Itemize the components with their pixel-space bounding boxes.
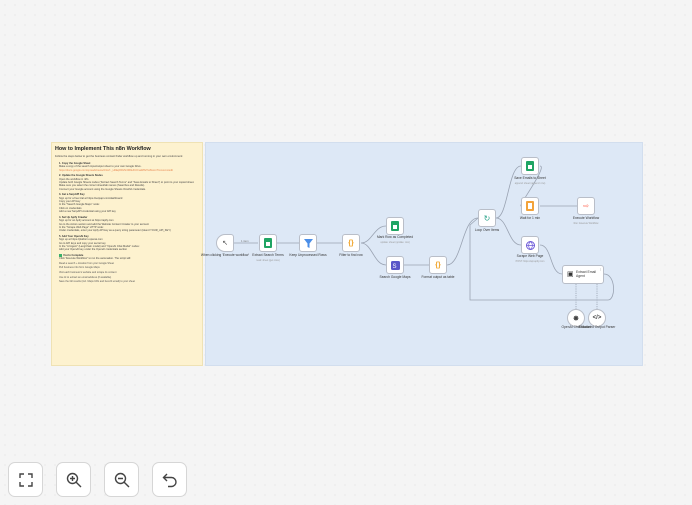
- zoom-out-icon: [114, 472, 129, 487]
- filter-node[interactable]: [299, 234, 317, 252]
- wait-node[interactable]: [521, 197, 539, 215]
- search-google-maps-node[interactable]: S: [386, 256, 404, 274]
- scrape-web-page-node[interactable]: [521, 236, 539, 254]
- code-icon: {}: [348, 239, 354, 247]
- globe-icon: [525, 240, 535, 250]
- zoom-to-fit-icon: [18, 472, 33, 487]
- filter-find-row-node[interactable]: {}: [342, 234, 360, 252]
- node-subtitle: Run: Execute Workflow: [573, 222, 599, 225]
- reset-zoom-button[interactable]: [152, 462, 187, 497]
- google-sheets-icon: [391, 221, 399, 231]
- zoom-in-button[interactable]: [56, 462, 91, 497]
- node-label: Structured Output Parser: [578, 325, 616, 329]
- node-subtitle: POST: https://api.apify.com: [515, 260, 545, 263]
- extract-email-agent-node[interactable]: ▣ Extract Email Agent ⋮: [562, 265, 604, 284]
- loop-over-items-node[interactable]: ↻: [478, 209, 496, 227]
- more-icon[interactable]: ⋮: [599, 267, 602, 271]
- code-icon: {}: [435, 261, 441, 269]
- execute-workflow-node[interactable]: ⇨: [577, 197, 595, 215]
- google-sheets-icon: [264, 238, 272, 248]
- parser-icon: </>: [592, 315, 602, 321]
- wait-icon: [526, 201, 534, 211]
- node-label: Execute Workflow: [572, 216, 600, 220]
- trigger-node[interactable]: ↖: [216, 234, 234, 252]
- node-label: Loop Over Items: [474, 228, 500, 232]
- format-output-node[interactable]: {}: [429, 256, 447, 274]
- edge: [446, 217, 479, 266]
- edge: [495, 165, 522, 219]
- edge-label: 1 item: [241, 239, 249, 243]
- filter-icon: [303, 238, 313, 248]
- node-label: Wait for 1 min: [519, 216, 541, 220]
- serpapi-icon: S: [390, 260, 400, 270]
- execute-workflow-icon: ⇨: [583, 203, 589, 210]
- loop-icon: ↻: [483, 213, 491, 223]
- node-label: Filter to find row: [339, 253, 363, 257]
- extract-search-terms-node[interactable]: [259, 234, 277, 252]
- google-sheets-icon: [526, 161, 534, 171]
- save-emails-node[interactable]: [521, 157, 539, 175]
- node-subtitle: read: sheet (get rows): [256, 259, 280, 262]
- svg-text:S: S: [392, 264, 396, 270]
- cursor-icon: ↖: [222, 240, 228, 247]
- openai-icon: ✸: [572, 313, 580, 323]
- node-label: Save Emails to Sheet: [514, 176, 546, 180]
- zoom-in-icon: [66, 472, 81, 487]
- undo-icon: [162, 473, 177, 487]
- mark-row-completed-node[interactable]: [386, 217, 404, 235]
- node-label: Format output as table: [421, 275, 455, 279]
- node-subtitle: append: sheet (append: row): [514, 182, 546, 185]
- node-label: Scrape Web Page: [516, 254, 544, 258]
- node-subtitle: update: sheet (update: row): [380, 241, 410, 244]
- node-label: Mark Row as Completed: [376, 235, 414, 239]
- node-label: Extract Email Agent: [576, 270, 596, 278]
- robot-icon: ▣: [567, 271, 574, 278]
- zoom-out-button[interactable]: [104, 462, 139, 497]
- zoom-to-fit-button[interactable]: [8, 462, 43, 497]
